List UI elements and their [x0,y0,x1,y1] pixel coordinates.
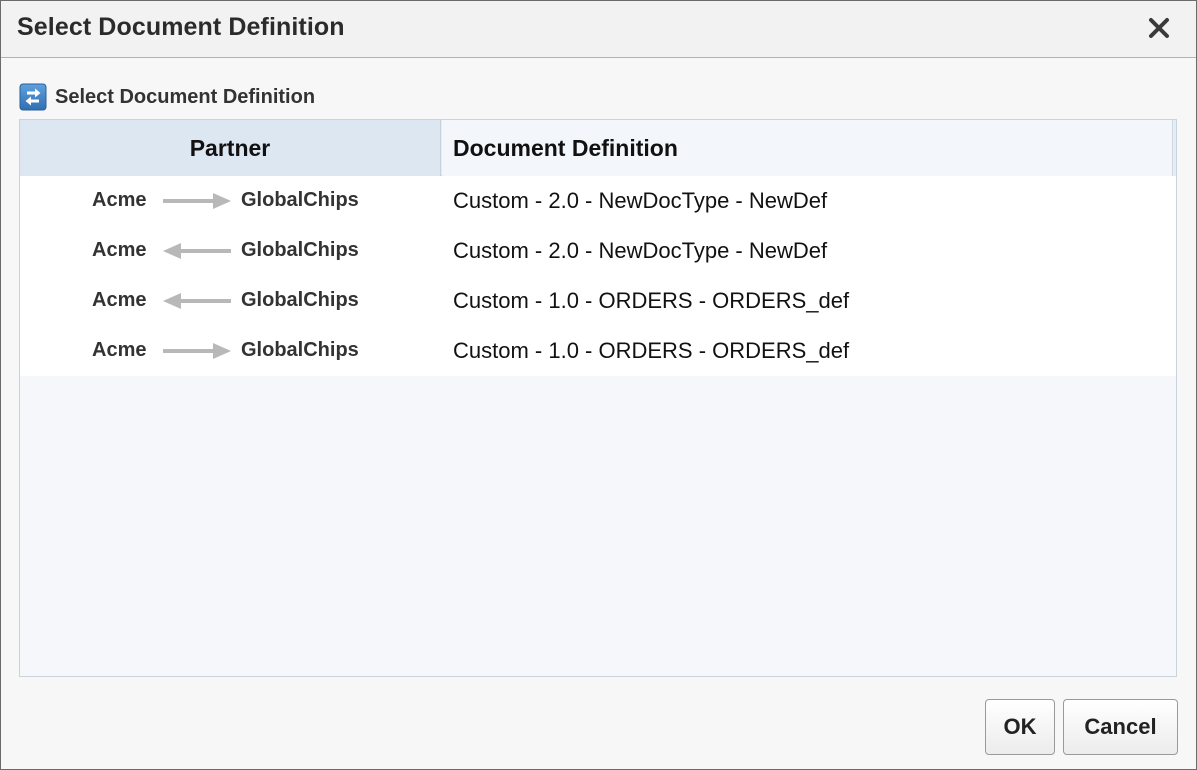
arrow-right-icon [163,193,231,209]
column-header-partner[interactable]: Partner [20,120,441,176]
document-definition-cell: Custom - 1.0 - ORDERS - ORDERS_def [453,288,850,313]
arrow-right-icon [163,343,231,359]
partner-to: GlobalChips [241,289,359,311]
table-row[interactable]: Acme GlobalChips Custom - 2.0 - NewDocType… [20,176,1176,226]
partner-from: Acme [92,339,147,361]
cancel-button[interactable]: Cancel [1063,699,1178,755]
table-row[interactable]: Acme GlobalChips Custom - 2.0 - NewDocType… [20,226,1176,276]
table-body: Acme GlobalChips Custom - 2.0 - NewDocType… [20,176,1176,376]
document-definition-cell: Custom - 1.0 - ORDERS - ORDERS_def [453,338,850,363]
partner-to: GlobalChips [241,189,359,211]
dialog-title: Select Document Definition [17,13,345,41]
partner-cell: Acme GlobalChips [20,276,441,326]
partner-to: GlobalChips [241,339,359,361]
section-title: Select Document Definition [55,85,316,108]
select-document-definition-dialog: Select Document Definition Select Docume… [0,0,1197,770]
table-row[interactable]: Acme GlobalChips Custom - 1.0 - ORDERS - O… [20,326,1176,376]
column-header-document-definition[interactable]: Document Definition [442,120,1176,176]
partner-cell: Acme GlobalChips [20,176,441,226]
partner-from: Acme [92,189,147,211]
partner-cell: Acme GlobalChips [20,226,441,276]
arrow-left-icon [163,243,231,259]
close-button[interactable] [1144,13,1174,43]
document-definition-cell: Custom - 2.0 - NewDocType - NewDef [453,188,828,213]
document-definition-cell: Custom - 2.0 - NewDocType - NewDef [453,238,828,263]
partner-cell: Acme GlobalChips [20,326,441,376]
arrow-left-icon [163,293,231,309]
partner-to: GlobalChips [241,239,359,261]
header-filler [1172,120,1176,176]
close-icon [1149,18,1169,38]
swap-arrows-icon [19,83,47,111]
ok-button[interactable]: OK [985,699,1055,755]
dialog-titlebar: Select Document Definition [1,1,1196,58]
document-definition-table: Partner Document Definition Acme GlobalCh… [19,119,1177,677]
section-header: Select Document Definition [19,82,315,112]
partner-from: Acme [92,289,147,311]
table-header: Partner Document Definition [20,120,1176,176]
partner-from: Acme [92,239,147,261]
table-row[interactable]: Acme GlobalChips Custom - 1.0 - ORDERS - O… [20,276,1176,326]
